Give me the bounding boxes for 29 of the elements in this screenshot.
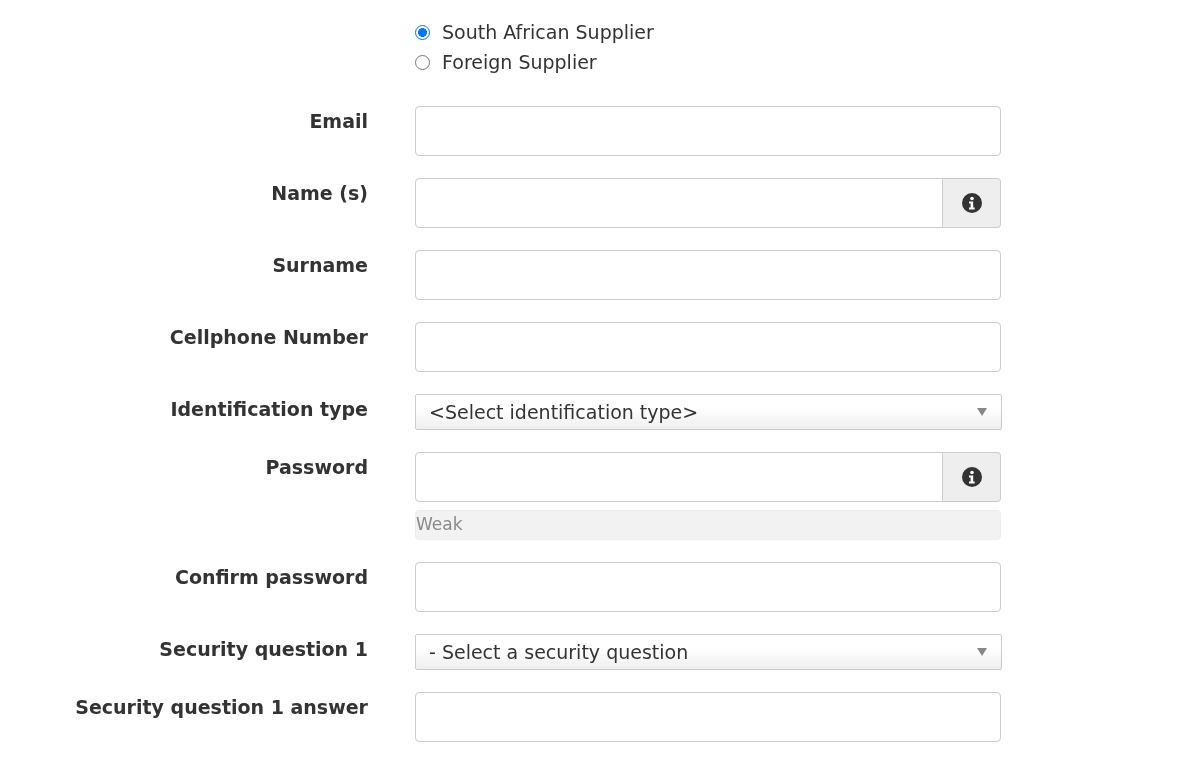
info-icon <box>961 193 982 213</box>
password-field[interactable] <box>415 452 943 502</box>
text-field[interactable] <box>415 322 1001 372</box>
radio-button[interactable] <box>415 24 430 40</box>
caret-icon <box>977 648 987 656</box>
field-label: Password <box>265 455 368 479</box>
info-button[interactable] <box>943 178 1001 228</box>
info-button[interactable] <box>943 452 1001 502</box>
text-field[interactable] <box>415 250 1001 300</box>
radio-label[interactable]: Foreign Supplier <box>442 51 597 73</box>
radio-button[interactable] <box>415 54 430 70</box>
text-field[interactable] <box>415 106 1001 156</box>
radio-label[interactable]: South African Supplier <box>442 21 654 43</box>
info-icon <box>961 467 982 487</box>
field-label: Security question 1 <box>159 637 368 661</box>
text-field[interactable] <box>415 178 943 228</box>
field-label: Confirm password <box>175 565 368 589</box>
field-label: Security question 1 answer <box>75 695 368 719</box>
text-field[interactable] <box>415 692 1001 742</box>
field-label: Name (s) <box>271 181 368 205</box>
field-label: Email <box>309 109 368 133</box>
dropdown[interactable]: - Select a security question <box>415 634 1002 670</box>
text-field[interactable] <box>415 562 1001 612</box>
dropdown[interactable]: <Select identification type> <box>415 394 1002 430</box>
field-label: Identification type <box>170 397 368 421</box>
field-label: Cellphone Number <box>169 325 368 349</box>
caret-icon <box>977 408 987 416</box>
field-label: Surname <box>272 253 368 277</box>
strength-label: Weak <box>416 514 463 534</box>
